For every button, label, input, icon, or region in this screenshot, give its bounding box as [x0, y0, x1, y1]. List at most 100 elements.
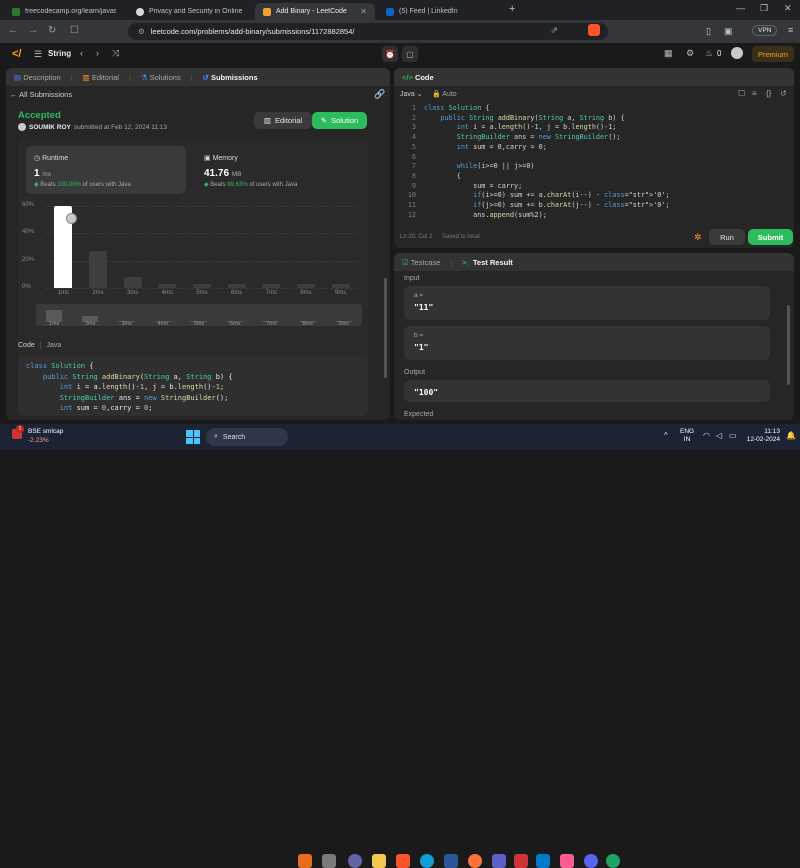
notifications-icon[interactable]: 🔔 [786, 431, 796, 440]
chart-x-axis: 1ms 2ms 3ms 4ms 5ms 6ms 7ms 8ms 9ms [46, 290, 358, 300]
language-select[interactable]: Java ⌄ [400, 90, 423, 98]
firefox-icon[interactable] [468, 854, 482, 868]
acrobat-icon[interactable] [514, 854, 528, 868]
chart-bar-4ms[interactable] [158, 283, 177, 288]
memory-box[interactable]: ▣ Memory 41.76 MB ◆ Beats 89.63% of user… [196, 146, 356, 194]
volume-icon[interactable]: ◁ [716, 431, 722, 440]
new-tab-icon[interactable]: + [509, 3, 515, 15]
format-icon[interactable]: ≡ [752, 89, 757, 98]
input-b-box[interactable]: b = "1" [404, 326, 770, 360]
tab-testcase[interactable]: ☑ Testcase [402, 258, 440, 267]
tab-test-result[interactable]: >_ Test Result [462, 258, 513, 267]
runtime-box[interactable]: ◷ Runtime 1 ms ◆ Beats 100.00% of users … [26, 146, 186, 194]
edge-browser-icon[interactable] [420, 854, 434, 868]
vpn-button[interactable]: VPN [752, 25, 778, 36]
braces-icon[interactable]: {} [766, 89, 771, 98]
chart-bar-8ms[interactable] [297, 283, 315, 288]
tab-solutions[interactable]: ⚗ Solutions [141, 73, 181, 82]
chart-bar-3ms[interactable] [123, 277, 142, 288]
avatar[interactable] [731, 47, 743, 59]
all-submissions-link[interactable]: ← All Submissions [10, 90, 72, 99]
bookmark-icon[interactable]: ☐ [70, 25, 79, 36]
back-icon[interactable]: ← [8, 25, 18, 36]
battery-icon[interactable]: ▭ [729, 431, 737, 440]
brave-shield-icon[interactable] [588, 24, 600, 36]
debug-icon[interactable]: ✲ [694, 232, 702, 243]
close-window-icon[interactable]: ✕ [784, 3, 792, 14]
timer-button[interactable]: ⏰ [382, 46, 398, 62]
minimize-icon[interactable]: — [736, 3, 745, 13]
taskbar-search[interactable]: ⌕ Search [206, 428, 288, 446]
wallet-icon[interactable]: ▣ [724, 26, 733, 37]
stock-name[interactable]: BSE smlcap [28, 428, 63, 435]
minimap-tick: 2ms [85, 321, 96, 327]
brave-browser-icon[interactable] [396, 854, 410, 868]
chat-app-icon[interactable] [348, 854, 362, 868]
next-problem-icon[interactable]: › [96, 48, 99, 58]
layout-icon[interactable]: ▦ [664, 48, 673, 59]
run-button[interactable]: Run [709, 229, 745, 245]
tray-overflow-icon[interactable]: ^ [664, 431, 668, 440]
maximize-icon[interactable]: ❐ [760, 3, 768, 14]
left-panel-scrollbar[interactable] [384, 278, 387, 378]
editorial-button[interactable]: ▥ Editorial [254, 112, 312, 129]
shuffle-icon[interactable]: ⤨ [112, 48, 119, 59]
close-tab-icon[interactable]: ✕ [360, 7, 367, 16]
vscode-icon[interactable] [536, 854, 550, 868]
chart-bar-9ms[interactable] [331, 283, 350, 288]
submit-button[interactable]: Submit [748, 229, 793, 245]
editorial-icon: ▥ [82, 72, 90, 82]
chrome-icon[interactable] [606, 854, 620, 868]
teams-icon[interactable] [492, 854, 506, 868]
tab-submissions[interactable]: ↺ Submissions [203, 73, 258, 82]
forward-icon[interactable]: → [28, 25, 38, 36]
chart-bar-6ms[interactable] [227, 283, 246, 288]
premium-button[interactable]: Premium [752, 46, 794, 62]
chart-bar-7ms[interactable] [262, 283, 281, 288]
wifi-icon[interactable]: ◠ [703, 431, 710, 440]
settings-icon[interactable]: ⚙ [686, 48, 694, 59]
test-panel-scrollbar[interactable] [787, 305, 790, 385]
sidebar-toggle-icon[interactable]: ▯ [706, 26, 711, 37]
leetcode-logo-icon[interactable]: </ [12, 48, 21, 60]
discord-icon[interactable] [584, 854, 598, 868]
chart-bar-5ms[interactable] [193, 283, 211, 288]
tab-editorial[interactable]: ▥ Editorial [83, 73, 119, 82]
solution-button[interactable]: ✎ Solution [312, 112, 367, 129]
tab-description[interactable]: ▤ Description [14, 73, 61, 82]
streak-fire-icon[interactable]: ♨ [705, 48, 713, 59]
share-icon[interactable]: ⇗ [550, 25, 558, 36]
problem-list-icon[interactable]: ☰ [34, 49, 42, 60]
widgets-app-icon[interactable] [298, 854, 312, 868]
site-info-icon[interactable]: ⚙ [138, 27, 145, 36]
browser-tab-linkedin[interactable]: (5) Feed | LinkedIn [378, 3, 502, 20]
windows-start-icon[interactable] [186, 430, 200, 444]
code-editor[interactable]: 1 class Solution {2 public String addBina… [394, 104, 794, 222]
jetbrains-icon[interactable] [560, 854, 574, 868]
chart-range-slider[interactable]: 1ms 2ms 3ms 4ms 5ms 6ms 7ms 8ms 9ms [36, 304, 362, 327]
submitted-code-block[interactable]: class Solution { public String addBinary… [18, 356, 368, 416]
input-a-box[interactable]: a = "11" [404, 286, 770, 320]
reset-icon[interactable]: ↺ [780, 89, 787, 98]
problem-list-label[interactable]: String [48, 49, 71, 58]
address-bar[interactable]: ⚙ leetcode.com/problems/add-binary/submi… [128, 23, 608, 40]
file-explorer-icon[interactable] [372, 854, 386, 868]
reload-icon[interactable]: ↻ [48, 25, 56, 36]
bookmark-code-icon[interactable]: ☐ [738, 89, 745, 98]
auto-mode-toggle[interactable]: 🔒 Auto [432, 90, 457, 98]
browser-tab-freecodecamp[interactable]: freecodecamp.org/learn/javascript-a [4, 3, 124, 20]
menu-icon[interactable]: ≡ [788, 25, 793, 35]
output-box[interactable]: "100" [404, 380, 770, 402]
tab-code[interactable]: </> Code [402, 73, 434, 82]
clock[interactable]: 11:13 12-02-2024 [744, 428, 780, 444]
task-view-icon[interactable] [322, 854, 336, 868]
browser-tab-leetcode[interactable]: Add Binary - LeetCode ✕ [255, 3, 375, 20]
store-app-icon[interactable] [444, 854, 458, 868]
link-icon[interactable]: 🔗 [374, 89, 385, 100]
browser-tab-privacy[interactable]: Privacy and Security in Online Social [128, 3, 252, 20]
prev-problem-icon[interactable]: ‹ [80, 48, 83, 58]
notes-button[interactable]: ▢ [402, 46, 418, 62]
user-name[interactable]: SOUMIK ROY [29, 124, 71, 131]
chart-bar-2ms[interactable] [89, 251, 107, 288]
language-indicator[interactable]: ENG IN [680, 428, 694, 444]
